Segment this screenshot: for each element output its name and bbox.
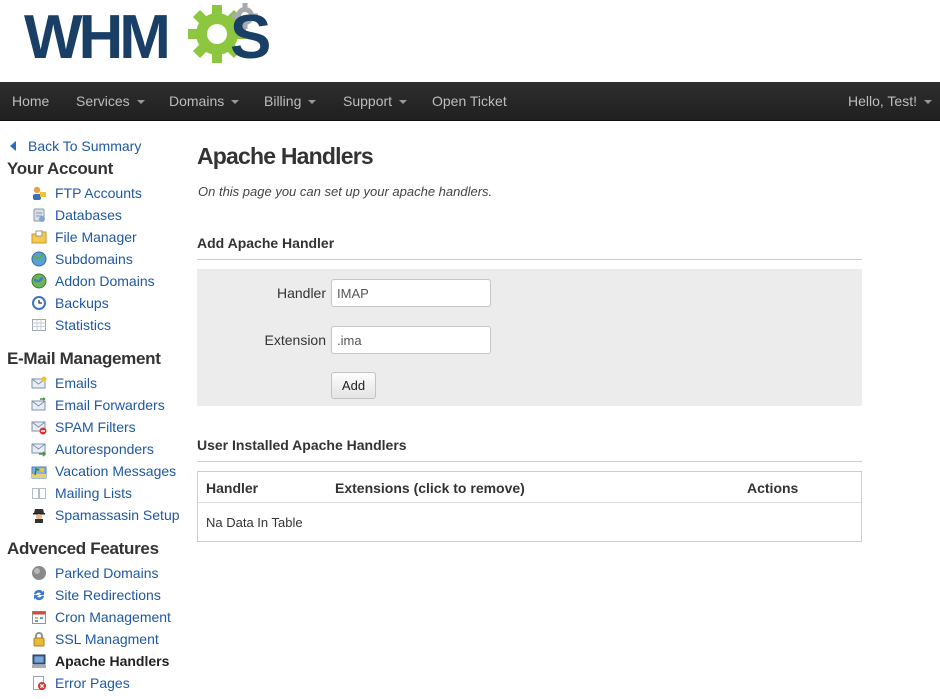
back-link-label: Back To Summary <box>28 138 142 154</box>
error-page-icon <box>33 676 46 690</box>
nav-domains-label: Domains <box>169 93 225 109</box>
column-header-handler[interactable]: Handler <box>206 480 258 496</box>
sidebar-item-label: SPAM Filters <box>55 419 136 435</box>
padlock-icon <box>33 632 45 647</box>
sidebar-item-label: Spamassasin Setup <box>55 507 180 523</box>
sidebar-item-label: Statistics <box>55 317 112 333</box>
sidebar-item-label: Email Forwarders <box>55 397 165 413</box>
sidebar-item-label: Backups <box>55 295 109 311</box>
calendar-icon <box>32 611 46 624</box>
nav-billing[interactable]: Billing <box>264 82 317 121</box>
back-arrow-icon <box>10 141 16 151</box>
folder-icon <box>31 230 47 244</box>
sidebar-heading-your-account: Your Account <box>7 159 113 178</box>
sidebar-item-label: Autoresponders <box>55 441 154 457</box>
computer-icon <box>32 654 46 668</box>
stats-grid-icon <box>32 319 46 331</box>
envelope-block-icon <box>31 421 47 435</box>
envelope-star-icon <box>31 376 47 389</box>
user-menu-label: Hello, Test! <box>848 93 917 109</box>
handler-label: Handler <box>276 285 326 301</box>
nav-services[interactable]: Services <box>76 82 145 121</box>
sidebar-item-label: Emails <box>55 375 98 391</box>
add-handler-section-title: Add Apache Handler <box>197 235 862 260</box>
envelope-forward-icon <box>31 397 46 411</box>
svg-text:S: S <box>230 3 271 72</box>
sidebar-item-label: Mailing Lists <box>55 485 133 501</box>
extension-input[interactable] <box>331 326 491 354</box>
sidebar-item-label: Addon Domains <box>55 273 155 289</box>
chevron-down-icon <box>308 100 317 105</box>
sidebar-item-label: Vacation Messages <box>55 463 177 479</box>
sidebar-item-label: Subdomains <box>55 251 133 267</box>
page-title: Apache Handlers <box>197 143 374 169</box>
chevron-down-icon <box>136 100 145 105</box>
nav-support-label: Support <box>343 93 393 109</box>
chevron-down-icon <box>231 100 240 105</box>
sidebar-item-label: Cron Management <box>55 609 171 625</box>
gray-circle-icon <box>32 566 46 580</box>
sidebar-item-label: Parked Domains <box>55 565 159 581</box>
chevron-down-icon <box>924 100 932 105</box>
header: WHM S <box>0 0 940 82</box>
add-button[interactable]: Add <box>331 372 376 399</box>
nav-support[interactable]: Support <box>343 82 408 121</box>
nav-open-ticket[interactable]: Open Ticket <box>432 82 507 121</box>
svg-text:WHM: WHM <box>24 3 167 72</box>
page-description: On this page you can set up your apache … <box>198 184 493 199</box>
table-header-row: Handler Extensions (click to remove) Act… <box>198 472 861 503</box>
sidebar-item-label: Site Redirections <box>55 587 161 603</box>
back-to-summary-link[interactable]: Back To Summary <box>10 138 141 154</box>
nav-home[interactable]: Home <box>12 82 49 121</box>
envelope-arrow-icon <box>31 443 47 457</box>
nav-open-ticket-label: Open Ticket <box>432 93 507 109</box>
redirect-arrows-icon <box>34 589 44 601</box>
sidebar-item-label: SSL Managment <box>55 631 159 647</box>
column-header-extensions[interactable]: Extensions (click to remove) <box>335 480 525 496</box>
spy-icon <box>33 509 45 523</box>
ftp-user-icon <box>33 186 46 200</box>
installed-handlers-section-title: User Installed Apache Handlers <box>197 437 862 462</box>
user-menu[interactable]: Hello, Test! <box>848 82 932 121</box>
sidebar-item-label: Apache Handlers <box>55 653 170 669</box>
handlers-table: Handler Extensions (click to remove) Act… <box>197 471 862 542</box>
add-handler-form: Handler Extension Add <box>197 269 862 406</box>
column-header-actions[interactable]: Actions <box>747 480 798 496</box>
nav-services-label: Services <box>76 93 130 109</box>
sidebar-item-label: FTP Accounts <box>55 185 142 201</box>
nav-domains[interactable]: Domains <box>169 82 240 121</box>
nav-home-label: Home <box>12 93 50 109</box>
sidebar-item-label: Databases <box>55 207 122 223</box>
handler-input[interactable] <box>331 279 491 307</box>
clock-icon <box>32 296 46 310</box>
whmcs-logo[interactable]: WHM S <box>24 2 274 72</box>
sidebar-item-label: Error Pages <box>55 675 130 691</box>
nav-billing-label: Billing <box>264 93 302 109</box>
beach-icon <box>31 466 47 479</box>
table-empty-message: Na Data In Table <box>206 515 303 530</box>
sidebar-heading-advanced-features: Advenced Features <box>7 539 159 558</box>
extension-label: Extension <box>264 332 326 348</box>
sidebar-item-label: File Manager <box>55 229 137 245</box>
sidebar-heading-email-management: E-Mail Management <box>7 349 161 368</box>
globe-icon <box>31 251 47 267</box>
main-navbar: Home Services Domains Billing Support Op… <box>0 82 940 121</box>
list-icon <box>32 488 46 499</box>
chevron-down-icon <box>399 100 408 105</box>
globe-add-icon <box>31 273 47 289</box>
database-icon <box>33 208 45 222</box>
